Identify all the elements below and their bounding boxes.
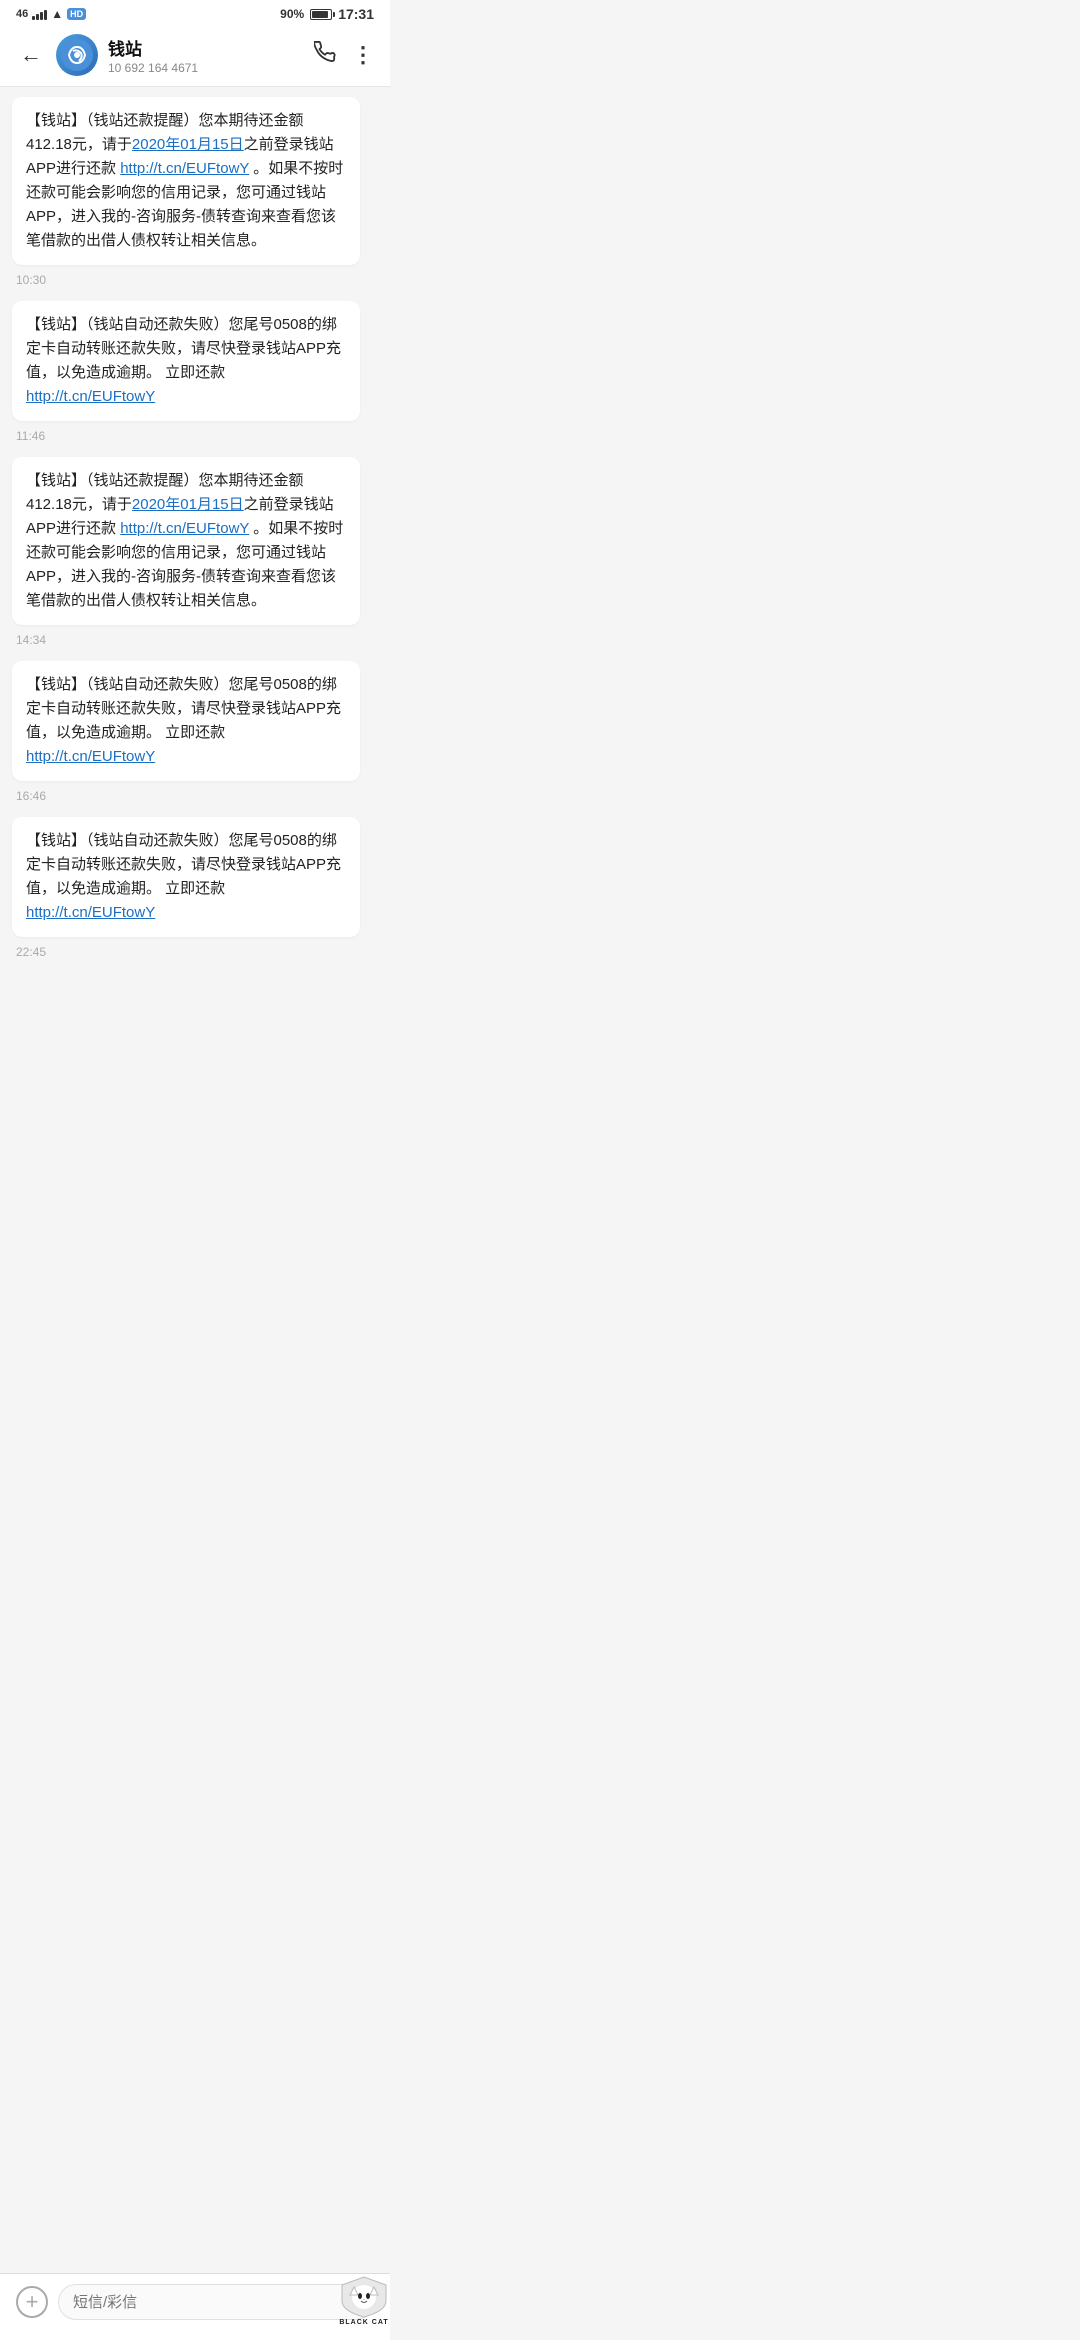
avatar <box>56 34 98 76</box>
messages-list: 【钱站】（钱站还款提醒）您本期待还金额412.18元，请于2020年01月15日… <box>0 87 390 1063</box>
battery-icon <box>310 9 332 20</box>
message-text: 【钱站】（钱站自动还款失败）您尾号0508的绑定卡自动转账还款失败，请尽快登录钱… <box>26 676 341 765</box>
message-text: 【钱站】（钱站自动还款失败）您尾号0508的绑定卡自动转账还款失败，请尽快登录钱… <box>26 832 341 921</box>
message-text: 【钱站】（钱站还款提醒）您本期待还金额412.18元，请于2020年01月15日… <box>26 472 343 609</box>
status-left: 46 ▲ HD <box>16 7 86 21</box>
add-button[interactable]: + <box>16 2286 48 2318</box>
input-bar: + BLACK CAT <box>0 2273 390 2340</box>
avatar-logo <box>61 39 93 71</box>
url-link[interactable]: http://t.cn/EUFtowY <box>26 388 155 405</box>
message-bubble: 【钱站】（钱站自动还款失败）您尾号0508的绑定卡自动转账还款失败，请尽快登录钱… <box>12 817 360 937</box>
blackcat-logo <box>338 2275 390 2319</box>
watermark-text: BLACK CAT <box>339 2319 388 2326</box>
contact-name: 钱站 <box>108 35 314 60</box>
clock: 17:31 <box>338 6 374 22</box>
back-button[interactable]: ← <box>16 40 46 70</box>
url-link[interactable]: http://t.cn/EUFtowY <box>26 904 155 921</box>
battery-percent: 90% <box>280 7 304 21</box>
network-type: 46 <box>16 8 28 20</box>
message-time: 10:30 <box>12 269 378 301</box>
message-text: 【钱站】（钱站还款提醒）您本期待还金额412.18元，请于2020年01月15日… <box>26 112 343 249</box>
signal-icon <box>32 8 47 20</box>
date-link[interactable]: 2020年01月15日 <box>132 136 244 153</box>
date-link[interactable]: 2020年01月15日 <box>132 496 244 513</box>
message-input[interactable] <box>58 2284 374 2320</box>
messages-container: 【钱站】（钱站还款提醒）您本期待还金额412.18元，请于2020年01月15日… <box>0 87 390 983</box>
status-right: 90% 17:31 <box>280 6 374 22</box>
message-bubble: 【钱站】（钱站自动还款失败）您尾号0508的绑定卡自动转账还款失败，请尽快登录钱… <box>12 661 360 781</box>
message-text: 【钱站】（钱站自动还款失败）您尾号0508的绑定卡自动转账还款失败，请尽快登录钱… <box>26 316 341 405</box>
wifi-icon: ▲ <box>51 7 63 21</box>
data-icon: HD <box>67 8 86 20</box>
url-link[interactable]: http://t.cn/EUFtowY <box>120 160 249 177</box>
status-bar: 46 ▲ HD 90% 17:31 <box>0 0 390 26</box>
message-time: 22:45 <box>12 941 378 973</box>
message-time: 14:34 <box>12 629 378 661</box>
header: ← 钱站 10 692 164 4671 ⋮ <box>0 26 390 87</box>
message-bubble: 【钱站】（钱站自动还款失败）您尾号0508的绑定卡自动转账还款失败，请尽快登录钱… <box>12 301 360 421</box>
url-link[interactable]: http://t.cn/EUFtowY <box>26 748 155 765</box>
header-actions: ⋮ <box>314 41 374 69</box>
message-bubble: 【钱站】（钱站还款提醒）您本期待还金额412.18元，请于2020年01月15日… <box>12 457 360 625</box>
contact-info: 钱站 10 692 164 4671 <box>108 35 314 75</box>
more-button[interactable]: ⋮ <box>352 42 374 68</box>
url-link[interactable]: http://t.cn/EUFtowY <box>120 520 249 537</box>
message-bubble: 【钱站】（钱站还款提醒）您本期待还金额412.18元，请于2020年01月15日… <box>12 97 360 265</box>
message-time: 16:46 <box>12 785 378 817</box>
call-button[interactable] <box>314 41 336 69</box>
watermark: BLACK CAT <box>338 2275 390 2326</box>
message-time: 11:46 <box>12 425 378 457</box>
contact-number: 10 692 164 4671 <box>108 61 314 75</box>
